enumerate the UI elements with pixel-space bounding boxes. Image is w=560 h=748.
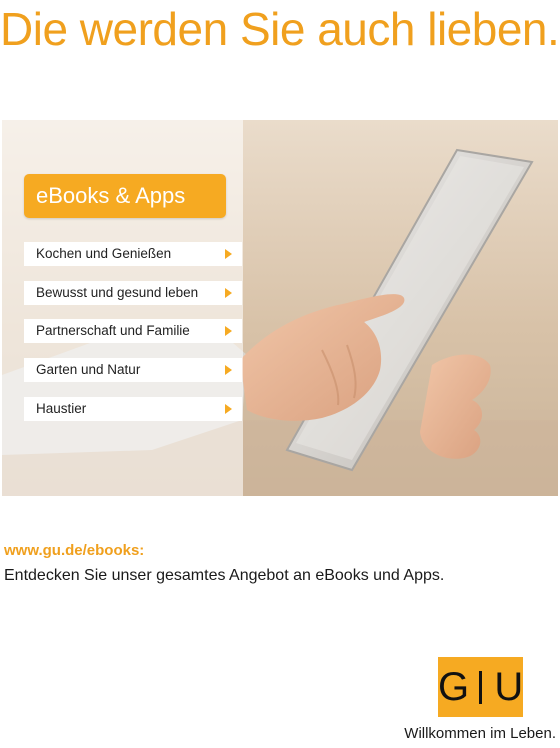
promo-text: Entdecken Sie unser gesamtes Angebot an … (4, 567, 445, 584)
category-label: Garten und Natur (36, 362, 141, 378)
logo-divider (479, 671, 482, 704)
gu-logo[interactable]: G U (438, 657, 523, 717)
hero-banner[interactable]: eBooks & Apps Kochen und Genießen Bewuss… (2, 120, 558, 496)
category-item-familie[interactable]: Partnerschaft und Familie (24, 319, 242, 344)
category-label: Bewusst und gesund leben (36, 284, 199, 300)
category-list: Kochen und Genießen Bewusst und gesund l… (24, 242, 242, 435)
category-label: Partnerschaft und Familie (36, 323, 190, 339)
headline: Die werden Sie auch lieben. (0, 3, 560, 55)
category-item-haustier[interactable]: Haustier (24, 396, 242, 421)
category-item-gesund[interactable]: Bewusst und gesund leben (24, 280, 242, 305)
section-badge-label: eBooks & Apps (36, 183, 186, 208)
arrow-right-icon (225, 403, 232, 414)
category-label: Kochen und Genießen (36, 246, 172, 261)
arrow-right-icon (225, 326, 232, 337)
arrow-right-icon (225, 249, 232, 259)
category-label: Haustier (36, 400, 87, 416)
arrow-right-icon (225, 365, 232, 376)
category-item-kochen[interactable]: Kochen und Genießen (24, 242, 242, 266)
section-badge[interactable]: eBooks & Apps (24, 174, 226, 218)
arrow-right-icon (225, 287, 232, 298)
category-item-garten[interactable]: Garten und Natur (24, 358, 242, 383)
ebooks-link[interactable]: www.gu.de/ebooks: (4, 542, 144, 559)
tagline: Willkommen im Leben. (404, 725, 556, 742)
